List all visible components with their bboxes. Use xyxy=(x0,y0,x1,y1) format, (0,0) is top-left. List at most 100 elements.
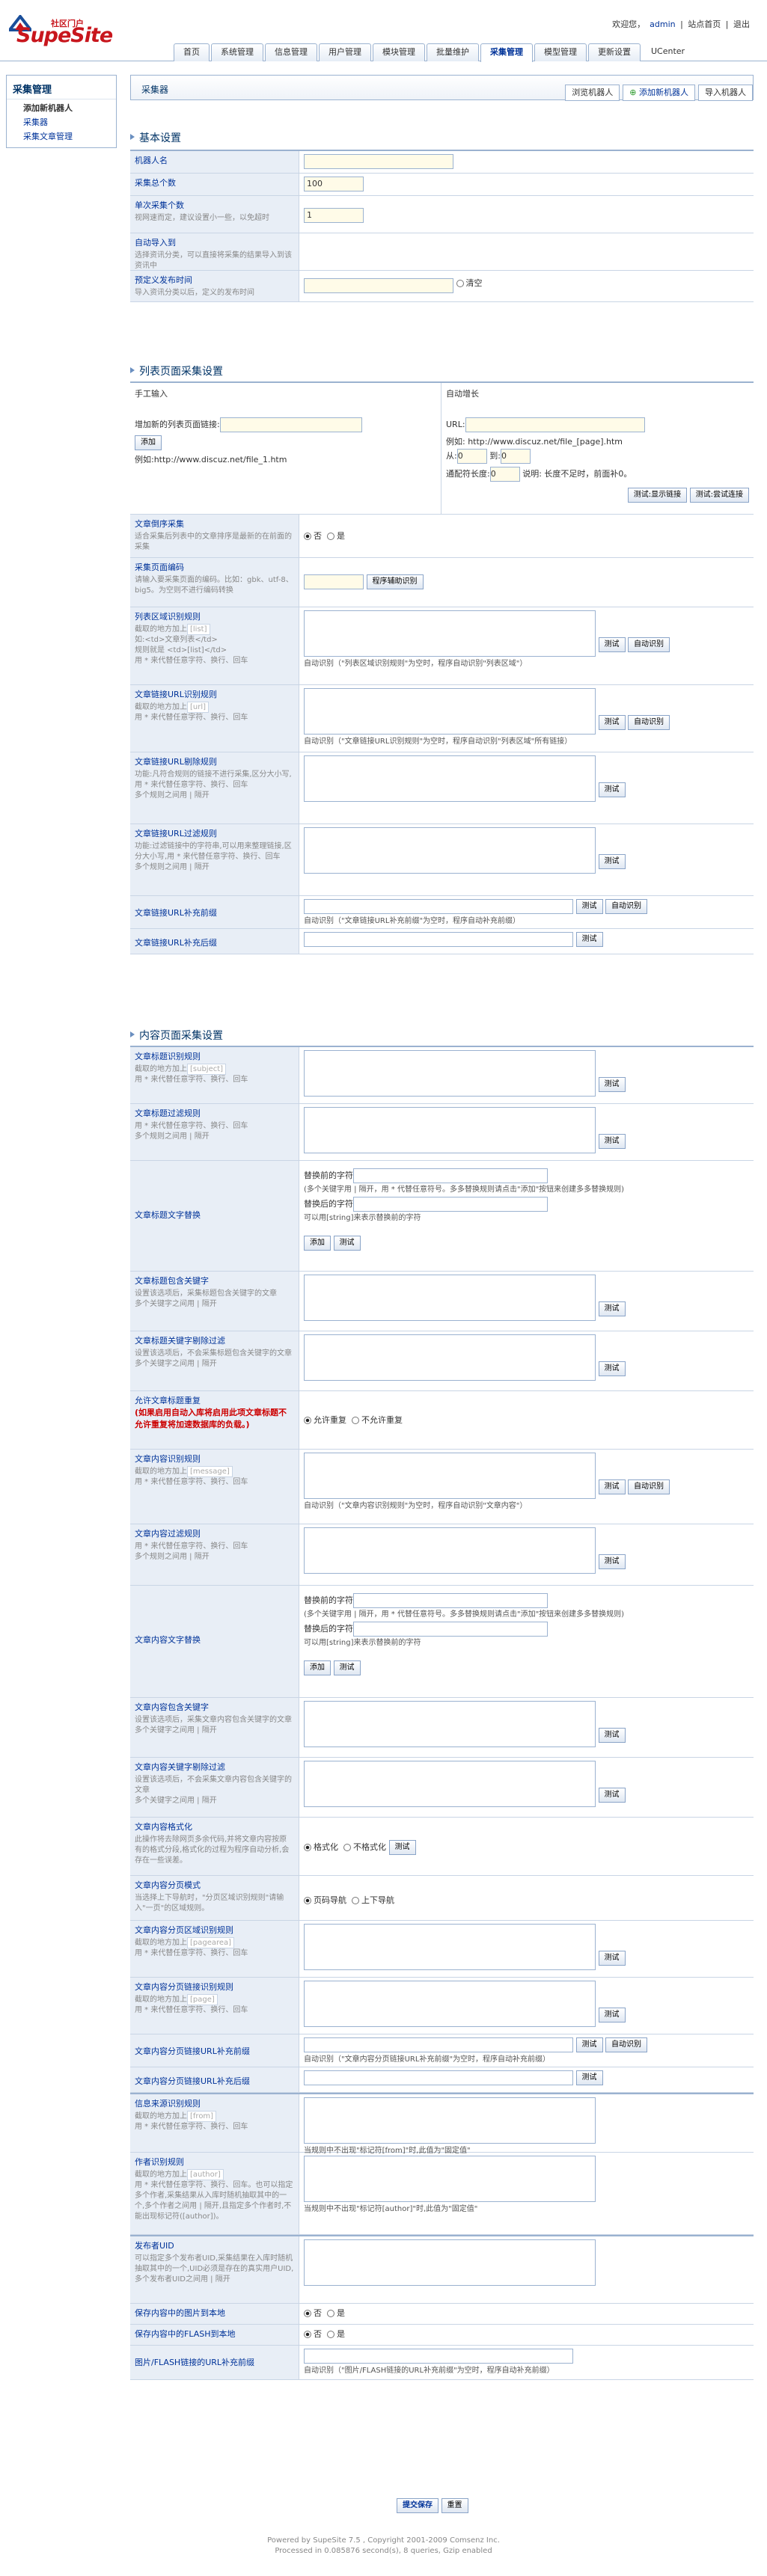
deny-dup-radio[interactable] xyxy=(352,1417,359,1424)
nav-system[interactable]: 系统管理 xyxy=(211,43,263,61)
title-filter-test-button[interactable]: 测试 xyxy=(598,1134,626,1149)
url-exclude-textarea[interactable] xyxy=(304,755,596,802)
nav-info[interactable]: 信息管理 xyxy=(265,43,317,61)
title-replace-after-input[interactable] xyxy=(353,1197,548,1212)
page-prefix-auto-button[interactable]: 自动识别 xyxy=(605,2037,647,2052)
url-filter-test-button[interactable]: 测试 xyxy=(598,854,626,869)
save-image-yes-radio[interactable] xyxy=(327,2310,334,2317)
user-link[interactable]: admin xyxy=(650,19,675,29)
encoding-input[interactable] xyxy=(304,574,364,589)
reverse-yes-radio[interactable] xyxy=(327,533,334,540)
page-suffix-input[interactable] xyxy=(304,2070,573,2085)
list-area-textarea[interactable] xyxy=(304,610,596,657)
title-replace-add-button[interactable]: 添加 xyxy=(304,1236,331,1251)
source-rule-textarea[interactable] xyxy=(304,2097,596,2144)
content-replace-after-input[interactable] xyxy=(353,1622,548,1637)
test-try-button[interactable]: 测试:尝试连接 xyxy=(689,488,749,503)
sidebar-item-add-robot[interactable]: 添加新机器人 xyxy=(7,99,116,114)
title-rule-test-button[interactable]: 测试 xyxy=(598,1077,626,1092)
reverse-no-radio[interactable] xyxy=(304,533,311,540)
content-filter-textarea[interactable] xyxy=(304,1527,596,1574)
url-filter-textarea[interactable] xyxy=(304,827,596,874)
title-rule-textarea[interactable] xyxy=(304,1050,596,1097)
author-rule-textarea[interactable] xyxy=(304,2156,596,2202)
reset-button[interactable]: 重置 xyxy=(441,2498,468,2513)
content-exclude-test-button[interactable]: 测试 xyxy=(598,1788,626,1803)
uid-textarea[interactable] xyxy=(304,2239,596,2286)
url-suffix-test-button[interactable]: 测试 xyxy=(575,932,603,947)
logout-link[interactable]: 退出 xyxy=(733,19,750,29)
add-list-button[interactable]: 添加 xyxy=(135,435,162,450)
nav-modules[interactable]: 模块管理 xyxy=(373,43,425,61)
content-replace-test-button[interactable]: 测试 xyxy=(333,1660,361,1675)
page-area-textarea[interactable] xyxy=(304,1924,596,1970)
noformat-radio[interactable] xyxy=(343,1844,351,1851)
url-prefix-input[interactable] xyxy=(304,899,573,914)
nav-users[interactable]: 用户管理 xyxy=(319,43,371,61)
browse-robots-button[interactable]: 浏览机器人 xyxy=(565,85,620,101)
page-suffix-test-button[interactable]: 测试 xyxy=(575,2070,603,2085)
content-replace-before-input[interactable] xyxy=(353,1593,548,1608)
save-button[interactable]: 提交保存 xyxy=(397,2498,438,2513)
content-exclude-textarea[interactable] xyxy=(304,1761,596,1807)
page-area-test-button[interactable]: 测试 xyxy=(598,1951,626,1966)
title-exclude-textarea[interactable] xyxy=(304,1334,596,1381)
title-replace-before-input[interactable] xyxy=(353,1168,548,1183)
import-robot-button[interactable]: 导入机器人 xyxy=(698,85,753,101)
page-link-textarea[interactable] xyxy=(304,1981,596,2027)
pub-time-input[interactable] xyxy=(304,278,453,293)
save-image-no-radio[interactable] xyxy=(304,2310,311,2317)
img-prefix-input[interactable] xyxy=(304,2349,573,2364)
page-prefix-input[interactable] xyxy=(304,2037,573,2052)
nav-update[interactable]: 更新设置 xyxy=(588,43,641,61)
content-filter-test-button[interactable]: 测试 xyxy=(598,1554,626,1569)
add-robot-button[interactable]: ⊕ 添加新机器人 xyxy=(623,85,695,101)
title-include-test-button[interactable]: 测试 xyxy=(598,1301,626,1316)
total-input[interactable]: 100 xyxy=(304,177,364,191)
add-list-input[interactable] xyxy=(219,417,362,432)
test-show-button[interactable]: 测试:显示链接 xyxy=(627,488,688,503)
url-prefix-auto-button[interactable]: 自动识别 xyxy=(605,899,647,914)
sidebar-item-collector[interactable]: 采集器 xyxy=(7,114,116,128)
format-radio[interactable] xyxy=(304,1844,311,1851)
clear-radio[interactable] xyxy=(456,280,464,287)
save-flash-no-radio[interactable] xyxy=(304,2331,311,2338)
content-rule-auto-button[interactable]: 自动识别 xyxy=(628,1479,670,1494)
from-input[interactable]: 0 xyxy=(456,449,487,464)
title-filter-textarea[interactable] xyxy=(304,1107,596,1153)
title-include-textarea[interactable] xyxy=(304,1275,596,1321)
url-prefix-test-button[interactable]: 测试 xyxy=(575,899,603,914)
url-rule-test-button[interactable]: 测试 xyxy=(598,715,626,730)
url-rule-textarea[interactable] xyxy=(304,688,596,735)
allow-dup-radio[interactable] xyxy=(304,1417,311,1424)
content-rule-test-button[interactable]: 测试 xyxy=(598,1479,626,1494)
wild-input[interactable]: 0 xyxy=(489,467,520,482)
page-link-test-button[interactable]: 测试 xyxy=(598,2008,626,2023)
site-home-link[interactable]: 站点首页 xyxy=(688,19,721,29)
format-test-button[interactable]: 测试 xyxy=(388,1840,416,1855)
url-exclude-test-button[interactable]: 测试 xyxy=(598,782,626,797)
nav-batch[interactable]: 批量维护 xyxy=(427,43,479,61)
url-rule-auto-button[interactable]: 自动识别 xyxy=(628,715,670,730)
url-suffix-input[interactable] xyxy=(304,932,573,947)
page-nav-radio[interactable] xyxy=(304,1897,311,1904)
list-area-test-button[interactable]: 测试 xyxy=(598,637,626,652)
encoding-detect-button[interactable]: 程序辅助识别 xyxy=(366,574,424,589)
robot-name-input[interactable] xyxy=(304,154,453,169)
nav-collect[interactable]: 采集管理 xyxy=(480,43,533,62)
nav-ucenter[interactable]: UCenter xyxy=(642,43,694,61)
nav-home[interactable]: 首页 xyxy=(174,43,210,61)
content-rule-textarea[interactable] xyxy=(304,1453,596,1499)
save-flash-yes-radio[interactable] xyxy=(327,2331,334,2338)
prev-next-radio[interactable] xyxy=(352,1897,359,1904)
list-area-auto-button[interactable]: 自动识别 xyxy=(628,637,670,652)
page-prefix-test-button[interactable]: 测试 xyxy=(575,2037,603,2052)
nav-model[interactable]: 模型管理 xyxy=(534,43,587,61)
title-exclude-test-button[interactable]: 测试 xyxy=(598,1361,626,1376)
content-include-textarea[interactable] xyxy=(304,1701,596,1747)
sidebar-item-articles[interactable]: 采集文章管理 xyxy=(7,128,116,142)
content-replace-add-button[interactable]: 添加 xyxy=(304,1660,331,1675)
per-input[interactable]: 1 xyxy=(304,208,364,223)
url-input[interactable] xyxy=(465,417,645,432)
title-replace-test-button[interactable]: 测试 xyxy=(333,1236,361,1251)
